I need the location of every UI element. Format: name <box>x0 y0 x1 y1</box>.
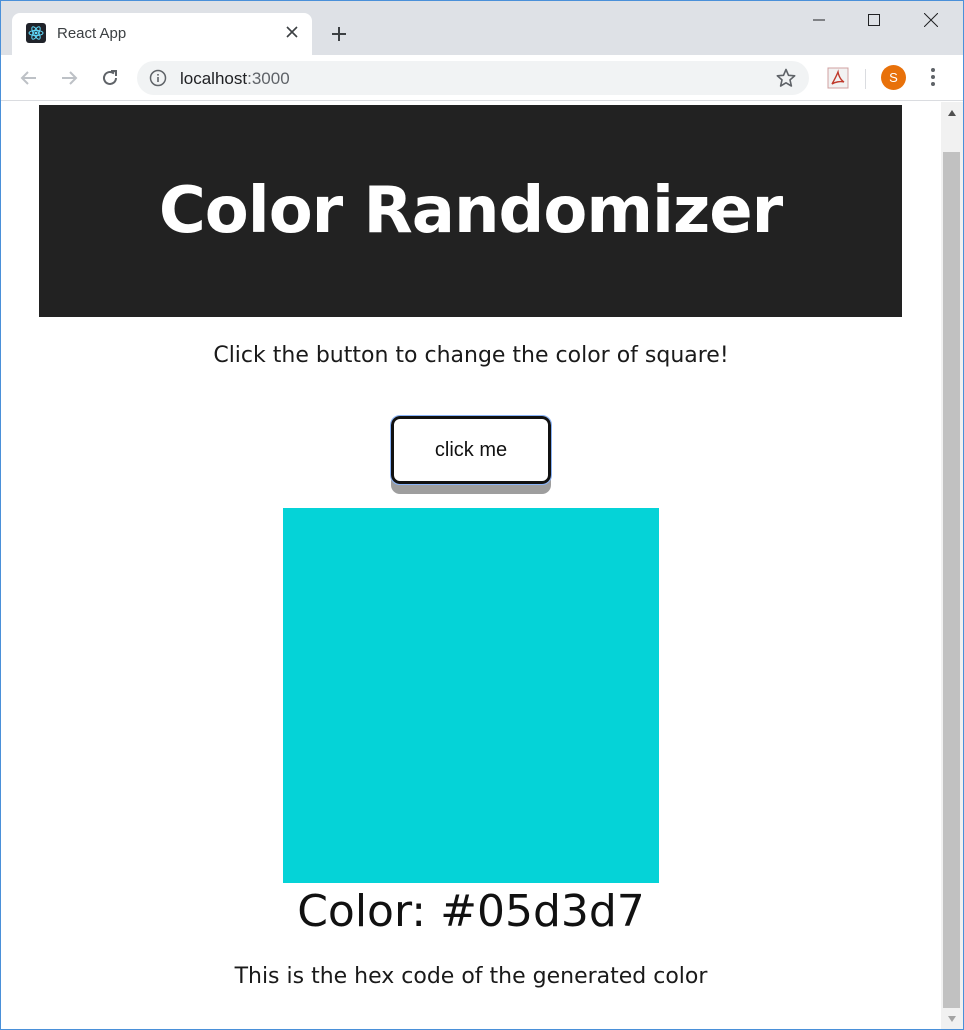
tab-react-app[interactable]: React App <box>12 13 312 55</box>
url-port: :3000 <box>247 69 290 88</box>
maximize-icon[interactable] <box>859 7 889 33</box>
page-title: Color Randomizer <box>158 174 783 248</box>
scroll-up-arrow-icon[interactable] <box>941 102 963 124</box>
tab-title: React App <box>57 25 127 42</box>
color-label: Color: #05d3d7 <box>297 886 645 937</box>
close-tab-icon[interactable] <box>282 22 302 42</box>
toolbar-separator <box>865 69 866 89</box>
color-square <box>283 508 659 883</box>
new-tab-button[interactable] <box>324 19 354 49</box>
scroll-thumb[interactable] <box>943 152 960 1008</box>
minimize-icon[interactable] <box>804 7 834 33</box>
page-viewport: Color Randomizer Click the button to cha… <box>1 102 941 1029</box>
app-header: Color Randomizer <box>39 105 902 317</box>
browser-toolbar: localhost:3000 <box>1 55 963 101</box>
back-arrow-icon[interactable] <box>15 64 43 92</box>
react-logo-icon <box>26 23 46 43</box>
instruction-text: Click the button to change the color of … <box>213 343 729 368</box>
url-text: localhost:3000 <box>180 69 290 89</box>
click-me-button[interactable]: click me <box>390 415 552 485</box>
url-host: localhost <box>180 69 248 88</box>
browser-menu-icon[interactable] <box>923 65 943 89</box>
tab-strip: React App <box>1 1 963 55</box>
pdf-extension-icon[interactable] <box>827 67 849 89</box>
click-button-wrapper: click me <box>390 415 552 494</box>
profile-avatar[interactable]: S <box>881 65 906 90</box>
scroll-down-arrow-icon[interactable] <box>941 1008 963 1029</box>
reload-icon[interactable] <box>96 64 124 92</box>
vertical-scrollbar[interactable] <box>941 102 963 1029</box>
browser-window: React App localhost:3000 S Color Randomi… <box>0 0 964 1030</box>
hex-code-note: This is the hex code of the generated co… <box>234 964 708 989</box>
close-window-icon[interactable] <box>916 7 946 33</box>
bookmark-star-icon[interactable] <box>775 67 797 89</box>
address-bar[interactable]: localhost:3000 <box>137 61 809 95</box>
forward-arrow-icon[interactable] <box>55 64 83 92</box>
info-icon[interactable] <box>149 69 167 87</box>
